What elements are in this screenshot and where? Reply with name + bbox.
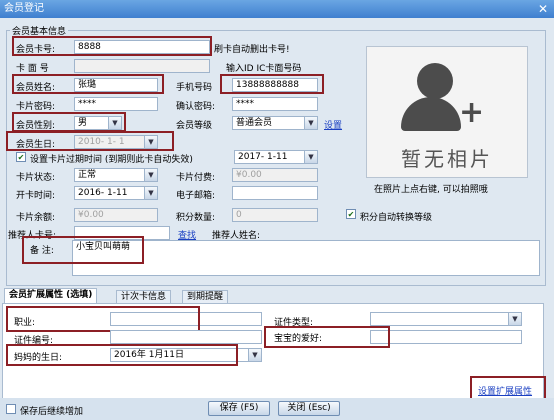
- fee-label: 卡片付费:: [176, 173, 216, 183]
- person-add-icon: [417, 63, 453, 99]
- password-label: 卡片密码:: [16, 102, 56, 112]
- open-time-picker[interactable]: 2016- 1-11 ▼: [74, 186, 158, 200]
- auto-level-checkbox[interactable]: ✔: [346, 209, 356, 219]
- email-label: 电子邮箱:: [176, 191, 216, 201]
- phone-label: 手机号码: [176, 83, 213, 93]
- id-type-select[interactable]: ▼: [370, 312, 522, 326]
- level-value: 普通会员: [236, 118, 273, 128]
- highlight-card-no: [12, 36, 212, 56]
- chevron-down-icon[interactable]: ▼: [304, 117, 317, 129]
- save-button[interactable]: 保存 (F5): [208, 401, 270, 416]
- card-face-input[interactable]: [74, 59, 210, 73]
- open-time-value: 2016- 1-11: [78, 188, 128, 198]
- open-time-label: 开卡时间:: [16, 191, 56, 201]
- highlight-mom-birthday: [6, 344, 238, 366]
- person-body-shape: [401, 97, 461, 131]
- points-label: 积分数量:: [176, 213, 216, 223]
- level-settings-link[interactable]: 设置: [324, 118, 342, 131]
- keep-adding-label: 保存后继续增加: [20, 407, 84, 417]
- auto-level-label: 积分自动转换等级: [360, 213, 433, 223]
- chevron-down-icon[interactable]: ▼: [508, 313, 521, 325]
- close-button[interactable]: 关闭 (Esc): [278, 401, 340, 416]
- fee-input[interactable]: ¥0.00: [232, 168, 318, 182]
- level-select[interactable]: 普通会员 ▼: [232, 116, 318, 130]
- hobby-input[interactable]: [370, 330, 522, 344]
- card-face-label: 卡 面 号: [16, 64, 49, 74]
- status-select[interactable]: 正常 ▼: [74, 168, 158, 182]
- no-photo-text: 暂无相片: [401, 147, 493, 171]
- close-icon[interactable]: ✕: [536, 2, 550, 16]
- chevron-down-icon[interactable]: ▼: [144, 169, 157, 181]
- plus-icon: +: [459, 95, 485, 130]
- tab-bar: 会员扩展属性 (选填) 计次卡信息 到期提醒: [0, 288, 554, 304]
- chevron-down-icon[interactable]: ▼: [304, 151, 317, 163]
- window-title: 会员登记: [4, 3, 44, 14]
- confirm-label: 确认密码:: [176, 102, 216, 112]
- card-no-hint: 刷卡自动删出卡号!: [214, 45, 290, 55]
- tab-extended-attributes[interactable]: 会员扩展属性 (选填): [4, 288, 98, 304]
- chevron-down-icon[interactable]: ▼: [248, 349, 261, 361]
- highlight-phone: [220, 74, 324, 94]
- highlight-remark: [22, 236, 144, 264]
- status-value: 正常: [78, 170, 97, 180]
- keep-adding-checkbox[interactable]: [6, 404, 16, 414]
- expiry-check-label: 设置卡片过期时间 (到期则此卡自动失效): [30, 155, 193, 165]
- highlight-name: [12, 74, 164, 94]
- email-input[interactable]: [232, 186, 318, 200]
- tab-count-card[interactable]: 计次卡信息: [116, 290, 172, 304]
- confirm-input[interactable]: ****: [232, 97, 318, 111]
- password-input[interactable]: ****: [74, 97, 158, 111]
- highlight-hobby: [264, 326, 390, 348]
- highlight-gender: [12, 112, 126, 132]
- points-input[interactable]: 0: [232, 208, 318, 222]
- photo-hint: 在照片上点右键, 可以拍照哦: [374, 185, 488, 195]
- level-label: 会员等级: [176, 121, 213, 131]
- balance-input[interactable]: ¥0.00: [74, 208, 158, 222]
- highlight-birthday: [6, 131, 174, 151]
- id-no-input[interactable]: [110, 330, 262, 344]
- status-label: 卡片状态:: [16, 173, 56, 183]
- balance-label: 卡片余额:: [16, 213, 56, 223]
- photo-panel[interactable]: + 暂无相片: [366, 46, 528, 178]
- expiry-picker[interactable]: 2017- 1-11 ▼: [234, 150, 318, 164]
- checkmark-icon: ✔: [17, 153, 25, 162]
- tab-expiry-reminder[interactable]: 到期提醒: [182, 290, 229, 304]
- card-face-hint: 输入ID IC卡面号码: [226, 64, 302, 74]
- expiry-value: 2017- 1-11: [238, 152, 288, 162]
- bottom-bar: [0, 398, 554, 420]
- title-bar: 会员登记 ✕: [0, 0, 554, 18]
- checkmark-icon: ✔: [347, 210, 355, 219]
- chevron-down-icon[interactable]: ▼: [144, 187, 157, 199]
- expiry-checkbox[interactable]: ✔: [16, 152, 26, 162]
- highlight-job: [6, 306, 200, 332]
